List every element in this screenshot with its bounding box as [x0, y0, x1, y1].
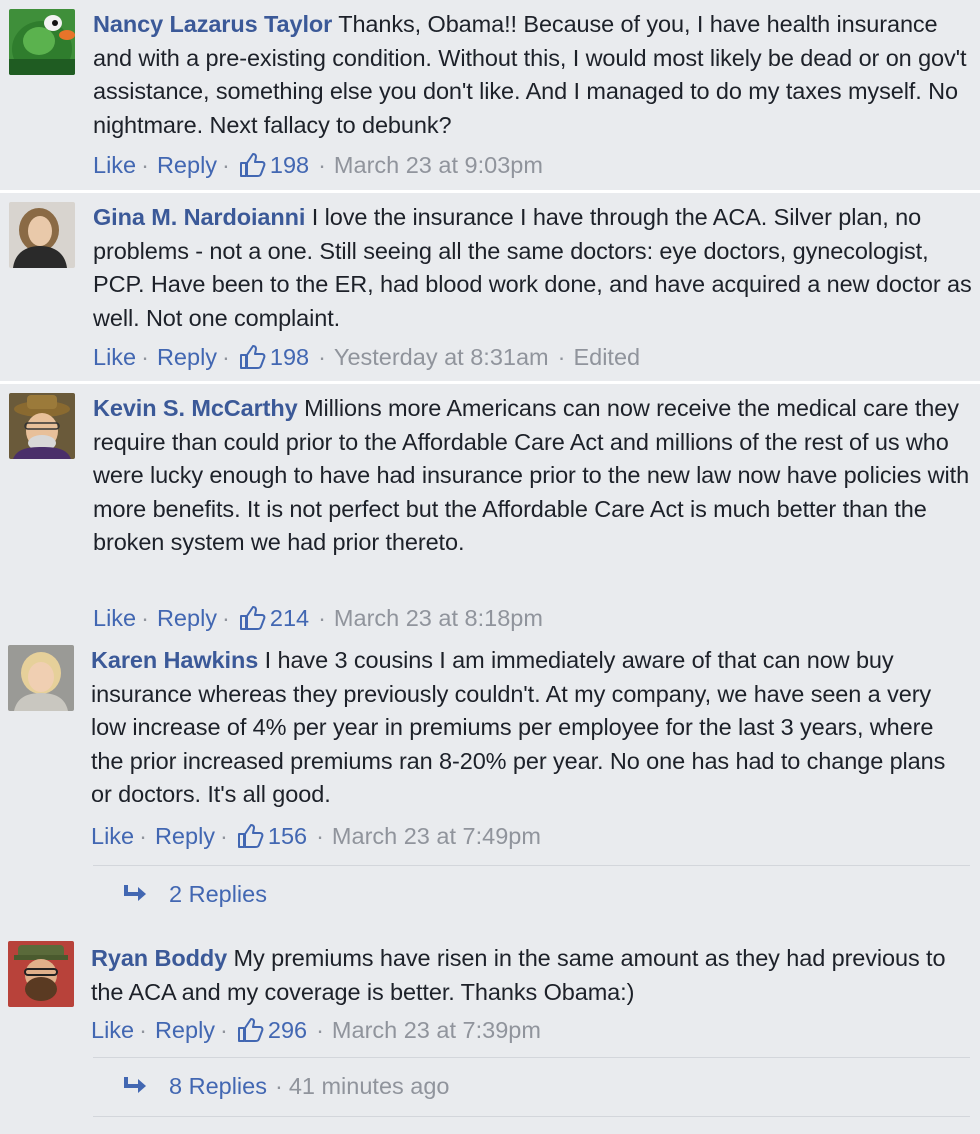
separator: · [318, 605, 326, 631]
avatar[interactable] [9, 202, 75, 268]
comment-author[interactable]: Ryan Boddy [91, 945, 227, 971]
comment: Nancy Lazarus Taylor Thanks, Obama!! Bec… [0, 0, 980, 190]
hat-man-avatar-icon [9, 393, 75, 459]
avatar[interactable] [9, 393, 75, 459]
reply-button[interactable]: Reply [157, 342, 217, 372]
comment-author[interactable]: Gina M. Nardoianni [93, 204, 305, 230]
thumbs-up-icon[interactable] [238, 151, 266, 179]
separator: · [141, 344, 149, 370]
comment: Gina M. Nardoianni I love the insurance … [0, 193, 980, 381]
blonde-woman-avatar-icon [8, 645, 74, 711]
thumbs-up-icon[interactable] [238, 604, 266, 632]
separator: · [318, 344, 326, 370]
timestamp[interactable]: March 23 at 7:39pm [332, 1015, 541, 1045]
reply-button[interactable]: Reply [157, 150, 217, 180]
edited-label[interactable]: Edited [573, 342, 640, 372]
separator: · [274, 1073, 283, 1099]
reply-button[interactable]: Reply [155, 1015, 215, 1045]
separator: · [139, 823, 147, 849]
separator: · [316, 1017, 324, 1043]
comment-actions: Like · Reply · 156 · March 23 at 7:49pm [91, 821, 541, 851]
thumbs-up-icon[interactable] [236, 1016, 264, 1044]
comment-actions: Like · Reply · 198 · March 23 at 9:03pm [93, 150, 543, 180]
timestamp[interactable]: March 23 at 7:49pm [332, 821, 541, 851]
timestamp[interactable]: Yesterday at 8:31am [334, 342, 549, 372]
comment-body: Ryan Boddy My premiums have risen in the… [91, 942, 971, 1009]
comment-author[interactable]: Karen Hawkins [91, 647, 258, 673]
like-count[interactable]: 198 [270, 342, 309, 372]
like-button[interactable]: Like [93, 342, 136, 372]
comment-body: Nancy Lazarus Taylor Thanks, Obama!! Bec… [93, 8, 973, 142]
comment-body: Kevin S. McCarthy Millions more American… [93, 392, 973, 560]
comment: Karen Hawkins I have 3 cousins I am imme… [0, 636, 980, 926]
comment: Ryan Boddy My premiums have risen in the… [0, 926, 980, 1134]
timestamp[interactable]: March 23 at 9:03pm [334, 150, 543, 180]
like-button[interactable]: Like [91, 821, 134, 851]
like-count[interactable]: 214 [270, 603, 309, 633]
separator: · [139, 1017, 147, 1043]
like-count[interactable]: 198 [270, 150, 309, 180]
view-replies[interactable]: 2 Replies [93, 865, 970, 922]
replies-count-link[interactable]: 8 Replies · 41 minutes ago [169, 1058, 450, 1114]
comment-body: Gina M. Nardoianni I love the insurance … [93, 201, 973, 335]
replies-count-link[interactable]: 2 Replies [169, 866, 267, 922]
divider [93, 1116, 970, 1117]
replies-count-label[interactable]: 8 Replies [169, 1073, 267, 1099]
separator: · [318, 152, 326, 178]
separator: · [316, 823, 324, 849]
woman-photo-avatar-icon [9, 202, 75, 268]
avatar[interactable] [8, 941, 74, 1007]
separator: · [141, 605, 149, 631]
separator: · [141, 152, 149, 178]
avatar[interactable] [9, 9, 75, 75]
separator: · [220, 1017, 228, 1043]
like-button[interactable]: Like [91, 1015, 134, 1045]
like-count[interactable]: 156 [268, 821, 307, 851]
thumbs-up-icon[interactable] [238, 343, 266, 371]
like-button[interactable]: Like [93, 150, 136, 180]
reply-button[interactable]: Reply [155, 821, 215, 851]
like-button[interactable]: Like [93, 603, 136, 633]
timestamp[interactable]: March 23 at 8:18pm [334, 603, 543, 633]
reply-arrow-icon [124, 885, 146, 901]
green-mascot-avatar-icon [9, 9, 75, 75]
view-replies[interactable]: 8 Replies · 41 minutes ago [93, 1057, 970, 1114]
comment-author[interactable]: Kevin S. McCarthy [93, 395, 298, 421]
comment-author[interactable]: Nancy Lazarus Taylor [93, 11, 332, 37]
bearded-man-avatar-icon [8, 941, 74, 1007]
comment-actions: Like · Reply · 198 · Yesterday at 8:31am… [93, 342, 640, 372]
avatar[interactable] [8, 645, 74, 711]
comment-body: Karen Hawkins I have 3 cousins I am imme… [91, 644, 971, 812]
thumbs-up-icon[interactable] [236, 822, 264, 850]
comment: Kevin S. McCarthy Millions more American… [0, 384, 980, 636]
reply-button[interactable]: Reply [157, 603, 217, 633]
like-count[interactable]: 296 [268, 1015, 307, 1045]
reply-arrow-icon [124, 1077, 146, 1093]
comment-actions: Like · Reply · 214 · March 23 at 8:18pm [93, 603, 543, 633]
comment-actions: Like · Reply · 296 · March 23 at 7:39pm [91, 1015, 541, 1045]
separator: · [222, 344, 230, 370]
separator: · [222, 152, 230, 178]
separator: · [557, 344, 566, 370]
replies-timestamp: 41 minutes ago [288, 1073, 450, 1099]
separator: · [220, 823, 228, 849]
separator: · [222, 605, 230, 631]
